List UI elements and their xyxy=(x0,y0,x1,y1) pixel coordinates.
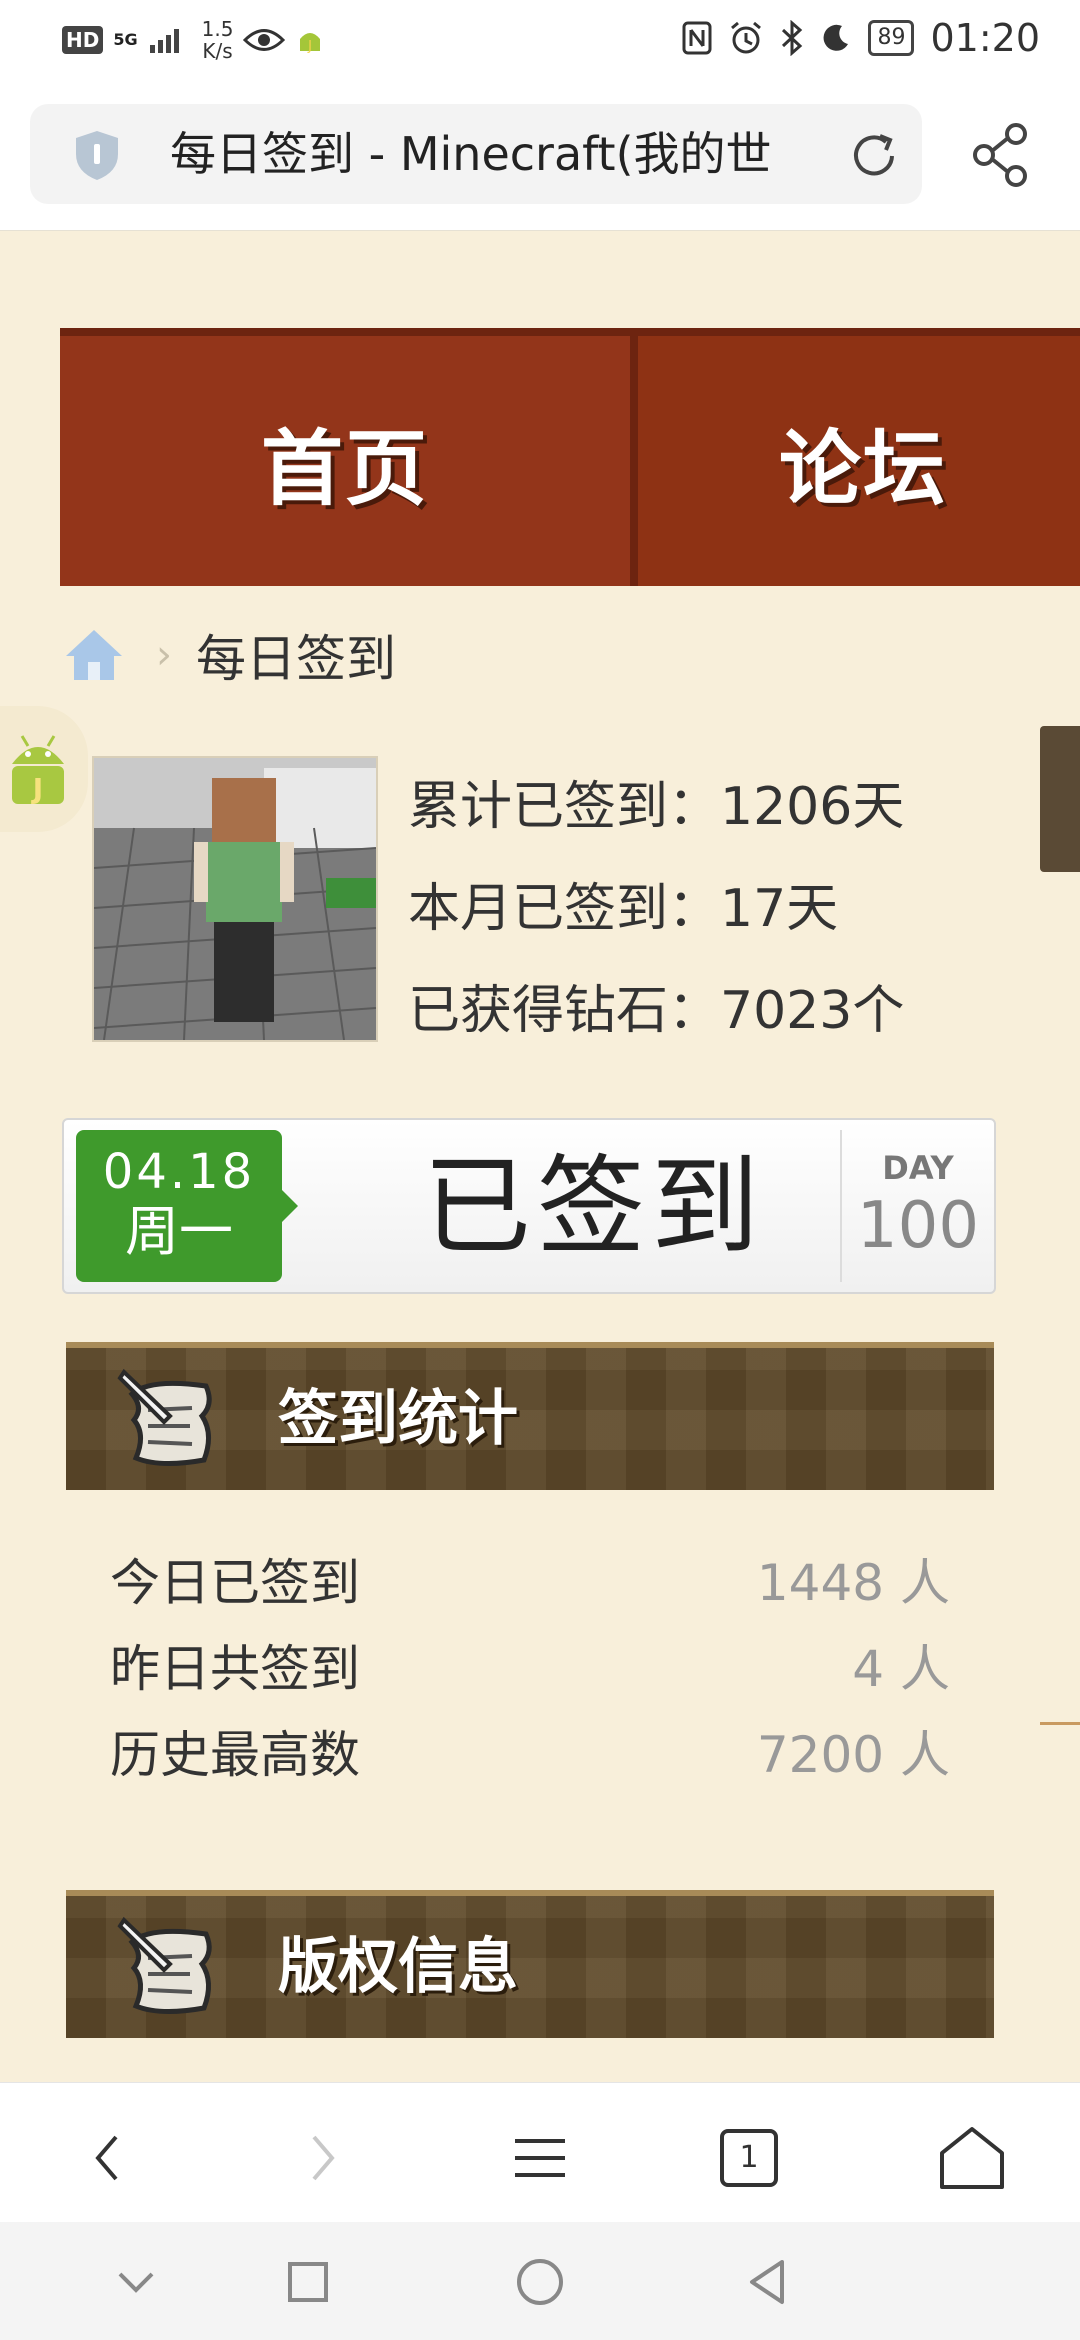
nav-divider xyxy=(630,336,638,586)
hd-badge: HD xyxy=(62,26,104,54)
date-month-day: 04.18 xyxy=(102,1144,256,1200)
stat-row-yesterday: 昨日共签到 4 人 xyxy=(110,1622,950,1708)
net-speed-value: 1.5 xyxy=(201,17,234,41)
section-title-copyright: 版权信息 xyxy=(278,1932,518,2002)
stat-label: 今日已签到 xyxy=(110,1554,360,1612)
scroll-quill-icon xyxy=(117,1916,212,2015)
section-title-stats: 签到统计 xyxy=(278,1384,518,1454)
clock: 01:20 xyxy=(930,16,1040,60)
edge-indicator xyxy=(1040,1722,1080,1725)
day-count: 100 xyxy=(856,1189,980,1263)
site-navigation: 首页 论坛 xyxy=(60,328,1080,586)
forward-icon[interactable] xyxy=(288,2123,358,2193)
month-signed: 本月已签到：17天 xyxy=(408,879,839,939)
signed-status[interactable]: 已签到 xyxy=(314,1120,874,1296)
recent-apps-icon[interactable] xyxy=(278,2252,338,2312)
battery-indicator: 89 xyxy=(868,20,915,56)
date-badge: 04.18 周一 xyxy=(76,1130,282,1282)
stat-row-today: 今日已签到 1448 人 xyxy=(110,1536,950,1622)
total-signed: 累计已签到：1206天 xyxy=(408,777,905,837)
signin-stats-list: 今日已签到 1448 人 昨日共签到 4 人 历史最高数 7200 人 xyxy=(110,1536,950,1794)
diamonds-earned: 已获得钻石：7023个 xyxy=(408,981,905,1041)
svg-text:J: J xyxy=(31,772,43,805)
shield-icon[interactable] xyxy=(70,128,124,182)
day-counter: DAY 100 xyxy=(840,1130,994,1282)
section-header-copyright: 版权信息 xyxy=(66,1890,994,2038)
signin-bar[interactable]: 04.18 周一 已签到 DAY 100 xyxy=(62,1118,996,1294)
stat-value: 4 人 xyxy=(852,1640,950,1698)
stat-label: 昨日共签到 xyxy=(110,1640,360,1698)
browser-toolbar: 1 xyxy=(0,2082,1080,2223)
moon-icon xyxy=(824,24,849,51)
android-icon: J xyxy=(12,735,64,805)
android-j-icon: J xyxy=(300,33,321,54)
nav-forum[interactable]: 论坛 xyxy=(638,336,1080,586)
stat-label: 历史最高数 xyxy=(110,1726,360,1784)
home-icon[interactable] xyxy=(62,626,126,684)
status-left: HD 5G 1.5 K/s J xyxy=(62,18,325,62)
reload-icon[interactable] xyxy=(848,130,900,182)
home-circle-icon[interactable] xyxy=(510,2252,570,2312)
date-weekday: 周一 xyxy=(125,1200,233,1263)
stat-row-record: 历史最高数 7200 人 xyxy=(110,1708,950,1794)
user-stats: 累计已签到：1206天 本月已签到：17天 已获得钻石：7023个 xyxy=(408,756,1048,1062)
nav-home[interactable]: 首页 xyxy=(60,336,638,586)
alarm-icon xyxy=(731,21,762,54)
status-right: 89 01:20 xyxy=(682,16,1040,60)
breadcrumb-current: 每日签到 xyxy=(196,630,396,688)
back-triangle-icon[interactable] xyxy=(738,2252,798,2312)
status-bar: HD 5G 1.5 K/s J 89 01:20 xyxy=(0,0,1080,82)
menu-icon[interactable] xyxy=(505,2123,575,2193)
avatar-image xyxy=(94,758,376,1040)
chevron-down-icon[interactable] xyxy=(106,2252,166,2312)
nfc-icon xyxy=(682,21,712,55)
tabs-button[interactable]: 1 xyxy=(720,2129,778,2187)
back-icon[interactable] xyxy=(72,2123,142,2193)
day-label: DAY xyxy=(882,1149,954,1187)
share-icon[interactable] xyxy=(970,122,1030,188)
android-navigation-bar xyxy=(0,2222,1080,2340)
page-title[interactable]: 每日签到 - Minecraft(我的世 xyxy=(170,124,830,184)
bluetooth-icon xyxy=(782,20,803,56)
browser-address-bar: 每日签到 - Minecraft(我的世 xyxy=(0,82,1080,231)
network-type: 5G xyxy=(113,30,138,49)
address-field[interactable]: 每日签到 - Minecraft(我的世 xyxy=(30,104,922,204)
eye-icon xyxy=(243,29,286,51)
stat-value: 7200 人 xyxy=(756,1726,950,1784)
date-arrow xyxy=(282,1190,298,1222)
stat-value: 1448 人 xyxy=(756,1554,950,1612)
breadcrumb: › 每日签到 xyxy=(62,620,396,690)
floating-android-button[interactable]: J xyxy=(0,706,88,832)
breadcrumb-separator: › xyxy=(156,632,172,678)
scroll-quill-icon xyxy=(117,1368,212,1467)
section-header-stats: 签到统计 xyxy=(66,1342,994,1490)
svg-text:J: J xyxy=(308,39,313,54)
user-avatar[interactable] xyxy=(92,756,378,1042)
home-icon[interactable] xyxy=(936,2123,1008,2195)
net-speed-unit: K/s xyxy=(202,39,233,63)
net-speed: 1.5 K/s xyxy=(202,18,234,62)
signal-icon xyxy=(149,29,179,53)
